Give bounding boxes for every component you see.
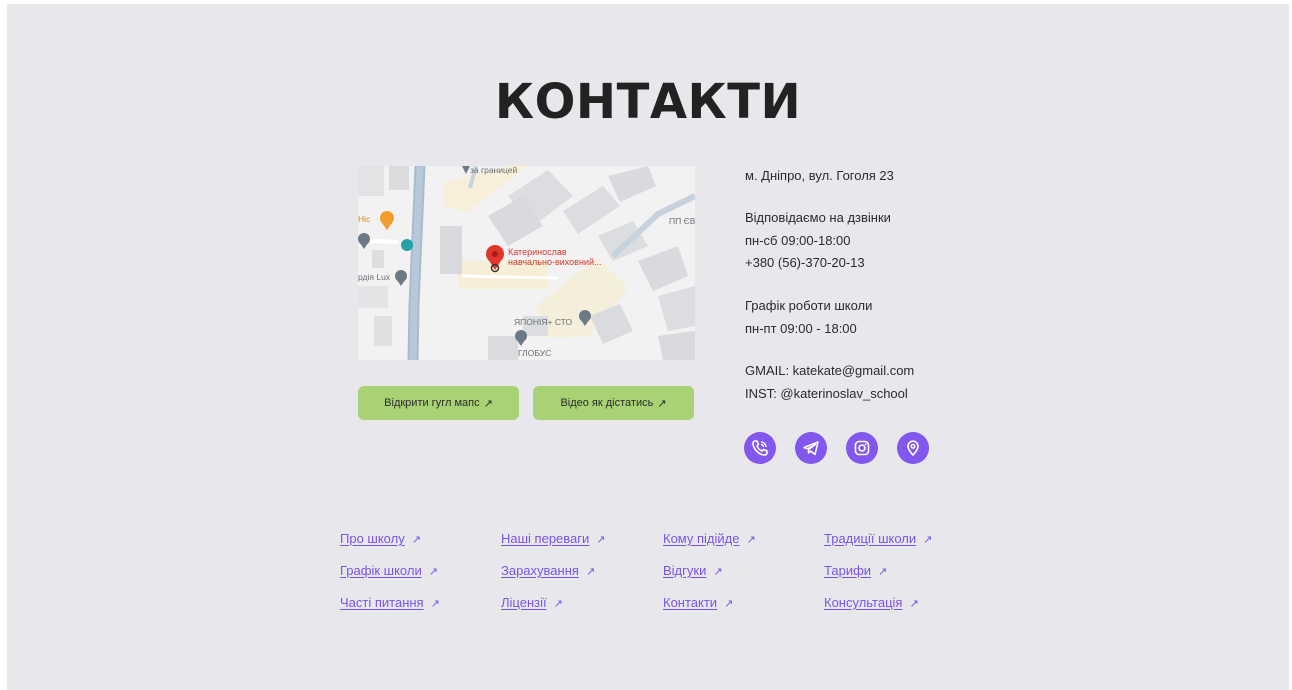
viber-icon[interactable] <box>744 432 776 464</box>
arrow-up-right-icon: ↗ <box>909 598 919 610</box>
footer-link-label: Традиції школи <box>824 531 917 546</box>
footer-link-label: Відгуки <box>663 563 707 578</box>
footer-link-pricing[interactable]: Тарифи ↗ <box>824 563 985 582</box>
arrow-up-right-icon: ↗ <box>411 534 421 546</box>
arrow-up-right-icon: ↗ <box>585 566 596 578</box>
footer-link-enrollment[interactable]: Зарахування ↗ <box>501 563 663 582</box>
footer-link-label: Консультація <box>824 595 903 610</box>
footer-link-reviews[interactable]: Відгуки ↗ <box>663 563 824 582</box>
map-place-name: Катеринослав навчально-виховний... <box>508 247 601 267</box>
arrow-up-right-icon: ↗ <box>923 534 933 546</box>
footer-link-faq[interactable]: Часті питання ↗ <box>340 595 501 614</box>
arrow-up-right-icon: ↗ <box>428 566 438 578</box>
instagram-icon[interactable] <box>846 432 878 464</box>
footer-link-advantages[interactable]: Наші переваги ↗ <box>501 531 663 550</box>
map-place-line1: Катеринослав <box>508 247 567 257</box>
arrow-up-right-icon: ↗ <box>483 397 493 410</box>
footer-link-schedule[interactable]: Графік школи ↗ <box>340 563 501 582</box>
online-contacts-block: GMAIL: katekate@gmail.com INST: @katerin… <box>745 360 914 405</box>
location-icon[interactable] <box>897 432 929 464</box>
footer-link-label: Зарахування <box>501 563 579 578</box>
footer-link-label: Графік школи <box>340 563 422 578</box>
contacts-section: КОНТАКТИ за границей Hic ПП ЄВ рдія Lux … <box>7 4 1289 690</box>
directions-video-label: Відео як дістатись <box>560 397 654 409</box>
arrow-up-right-icon: ↗ <box>430 598 440 610</box>
footer-link-who-fits[interactable]: Кому підійде ↗ <box>663 531 824 550</box>
footer-link-about[interactable]: Про школу ↗ <box>340 531 501 550</box>
map-place-line2: навчально-виховний... <box>508 257 602 267</box>
calls-heading: Відповідаємо на дзвінки <box>745 210 891 225</box>
footer-link-label: Кому підійде <box>663 531 740 546</box>
arrow-up-right-icon: ↗ <box>746 534 756 546</box>
school-schedule-heading: Графік роботи школи <box>745 298 873 313</box>
arrow-up-right-icon: ↗ <box>713 566 723 578</box>
footer-link-contacts[interactable]: Контакти ↗ <box>663 595 824 614</box>
social-icons <box>744 432 929 464</box>
map-label-abroad: за границей <box>470 166 518 175</box>
footer-link-label: Контакти <box>663 595 718 610</box>
footer-nav: Про школу ↗ Наші переваги ↗ Кому підійде ↗ … <box>340 531 985 614</box>
map-embed[interactable]: за границей Hic ПП ЄВ рдія Lux ЯПОНІЯ+ С… <box>358 166 695 360</box>
map-label-japan: ЯПОНІЯ+ СТО <box>514 317 573 327</box>
address: м. Дніпро, вул. Гоголя 23 <box>745 168 894 183</box>
arrow-up-right-icon: ↗ <box>553 598 563 610</box>
open-google-maps-label: Відкрити гугл мапс <box>384 397 480 409</box>
footer-link-licenses[interactable]: Ліцензії ↗ <box>501 595 663 614</box>
footer-link-label: Часті питання <box>340 595 424 610</box>
footer-link-consultation[interactable]: Консультація ↗ <box>824 595 985 614</box>
instagram-handle[interactable]: INST: @katerinoslav_school <box>745 383 914 406</box>
footer-link-label: Про школу <box>340 531 405 546</box>
map-label-nis: Hic <box>358 214 371 224</box>
footer-link-label: Наші переваги <box>501 531 590 546</box>
school-schedule-hours: пн-пт 09:00 - 18:00 <box>745 320 857 336</box>
directions-video-button[interactable]: Відео як дістатись ↗ <box>533 386 694 420</box>
arrow-up-right-icon: ↗ <box>878 566 888 578</box>
map-label-pp: ПП ЄВ <box>669 216 695 226</box>
calls-block: Відповідаємо на дзвінки пн-сб 09:00-18:0… <box>745 207 891 275</box>
footer-link-traditions[interactable]: Традиції школи ↗ <box>824 531 985 550</box>
map-label-lux: рдія Lux <box>358 272 391 282</box>
phone-number[interactable]: +380 (56)-370-20-13 <box>745 252 891 275</box>
map-label-globus: ГЛОБУС <box>518 348 552 358</box>
arrow-up-right-icon: ↗ <box>724 598 734 610</box>
arrow-up-right-icon: ↗ <box>657 397 667 410</box>
page-title: КОНТАКТИ <box>494 74 802 130</box>
arrow-up-right-icon: ↗ <box>596 534 606 546</box>
calls-hours: пн-сб 09:00-18:00 <box>745 232 851 248</box>
school-schedule-block: Графік роботи школи пн-пт 09:00 - 18:00 <box>745 295 872 340</box>
footer-link-label: Тарифи <box>824 563 872 578</box>
gmail-address[interactable]: GMAIL: katekate@gmail.com <box>745 360 914 383</box>
telegram-icon[interactable] <box>795 432 827 464</box>
footer-link-label: Ліцензії <box>501 595 547 610</box>
open-google-maps-button[interactable]: Відкрити гугл мапс ↗ <box>358 386 519 420</box>
